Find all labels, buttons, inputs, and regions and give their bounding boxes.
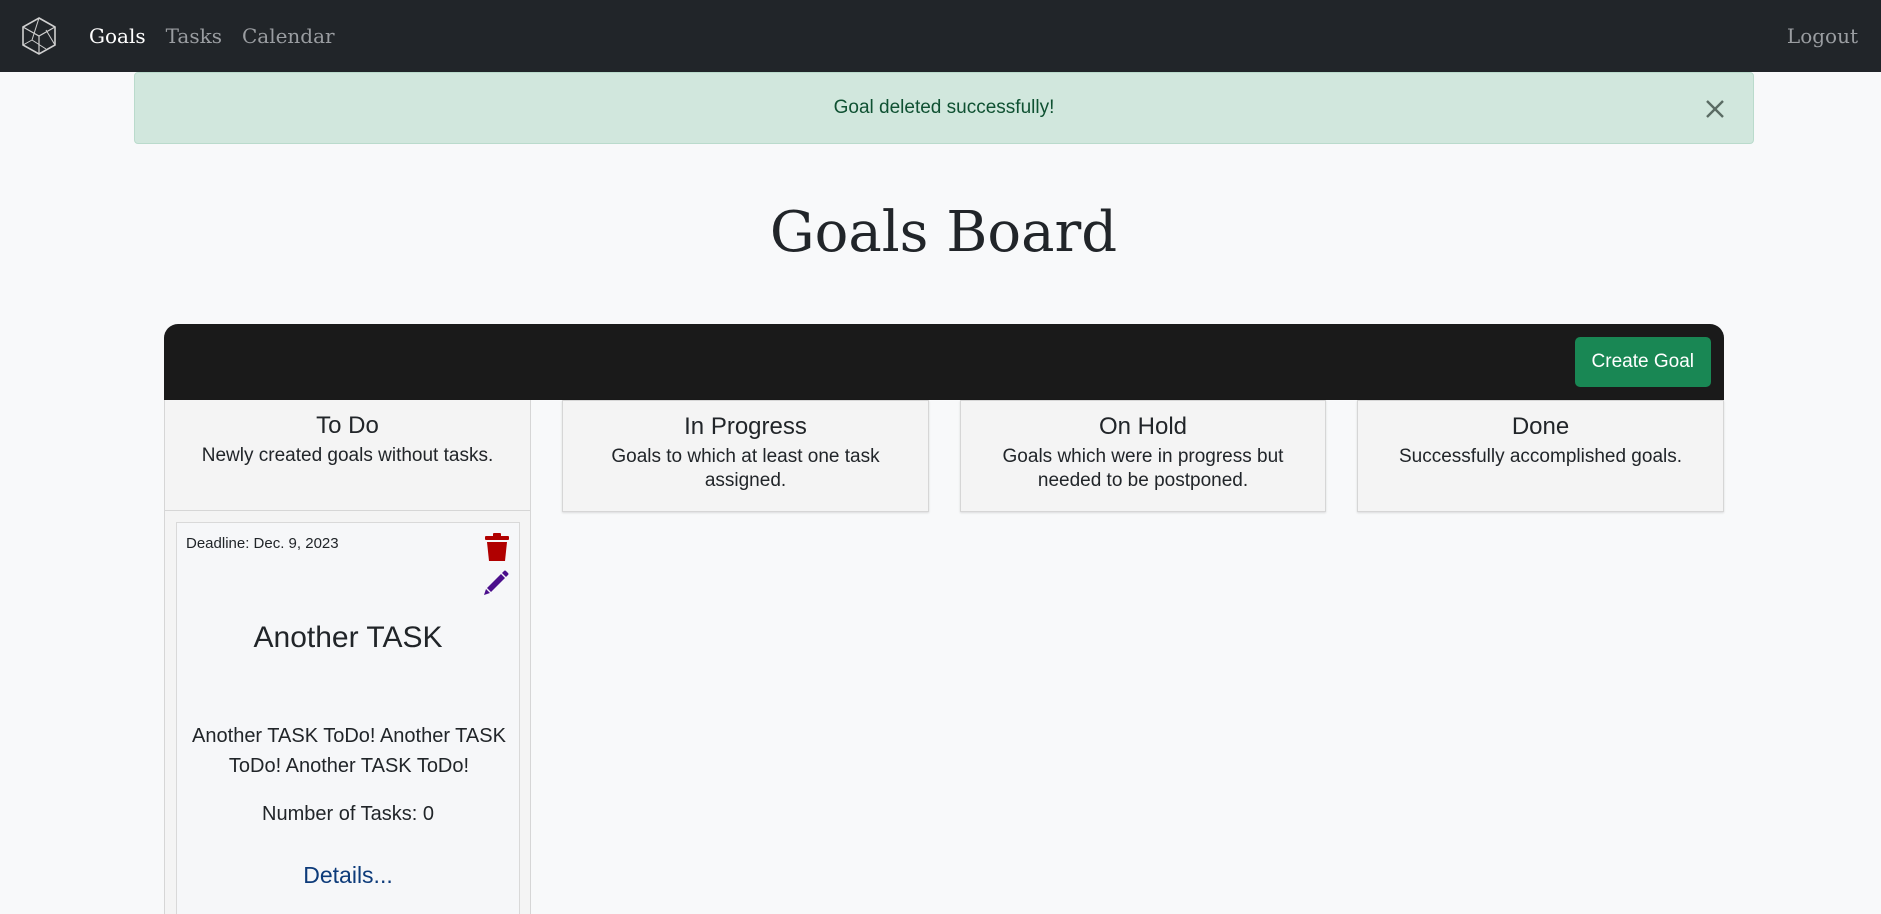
alert-message: Goal deleted successfully! <box>833 97 1055 118</box>
pencil-icon[interactable] <box>483 570 509 596</box>
logout-link[interactable]: Logout <box>1787 24 1858 48</box>
cube-logo-icon[interactable] <box>20 16 58 56</box>
column-done: Done Successfully accomplished goals. <box>1357 400 1724 512</box>
column-description: Successfully accomplished goals. <box>1398 446 1683 467</box>
column-title: On Hold <box>1098 413 1188 440</box>
create-goal-button[interactable]: Create Goal <box>1574 337 1711 387</box>
nav-links: Goals Tasks Calendar <box>89 0 335 72</box>
goal-tasks-count: Number of Tasks: 0 <box>262 803 434 825</box>
page-title: Goals Board <box>769 200 1118 265</box>
goal-description: Another TASK ToDo! Another TASK ToDo! An… <box>192 725 506 777</box>
column-divider <box>165 510 530 511</box>
column-on-hold: On Hold Goals which were in progress but… <box>960 400 1326 512</box>
success-alert: Goal deleted successfully! <box>134 72 1754 144</box>
logout-container: Logout <box>1787 0 1858 72</box>
goal-details-link[interactable]: Details... <box>177 862 519 889</box>
column-description: Newly created goals without tasks. <box>201 445 494 466</box>
column-title: In Progress <box>684 413 807 440</box>
column-description: Goals which were in progress but needed … <box>1002 446 1284 491</box>
nav-link-calendar[interactable]: Calendar <box>242 24 335 48</box>
top-navbar: Goals Tasks Calendar Logout <box>0 0 1881 72</box>
close-icon[interactable] <box>1701 95 1729 123</box>
column-title: Done <box>1511 413 1570 440</box>
nav-link-tasks[interactable]: Tasks <box>166 24 222 48</box>
trash-icon[interactable] <box>485 532 509 562</box>
goal-deadline: Deadline: Dec. 9, 2023 <box>186 535 339 552</box>
board-header: Create Goal <box>164 324 1724 400</box>
column-title: To Do <box>316 412 379 439</box>
nav-link-goals[interactable]: Goals <box>89 24 146 48</box>
column-description: Goals to which at least one task assigne… <box>611 446 880 491</box>
goal-title: Another TASK <box>253 621 443 654</box>
column-in-progress: In Progress Goals to which at least one … <box>562 400 929 512</box>
goal-card: Deadline: Dec. 9, 2023 Another TASK Anot… <box>176 522 520 914</box>
